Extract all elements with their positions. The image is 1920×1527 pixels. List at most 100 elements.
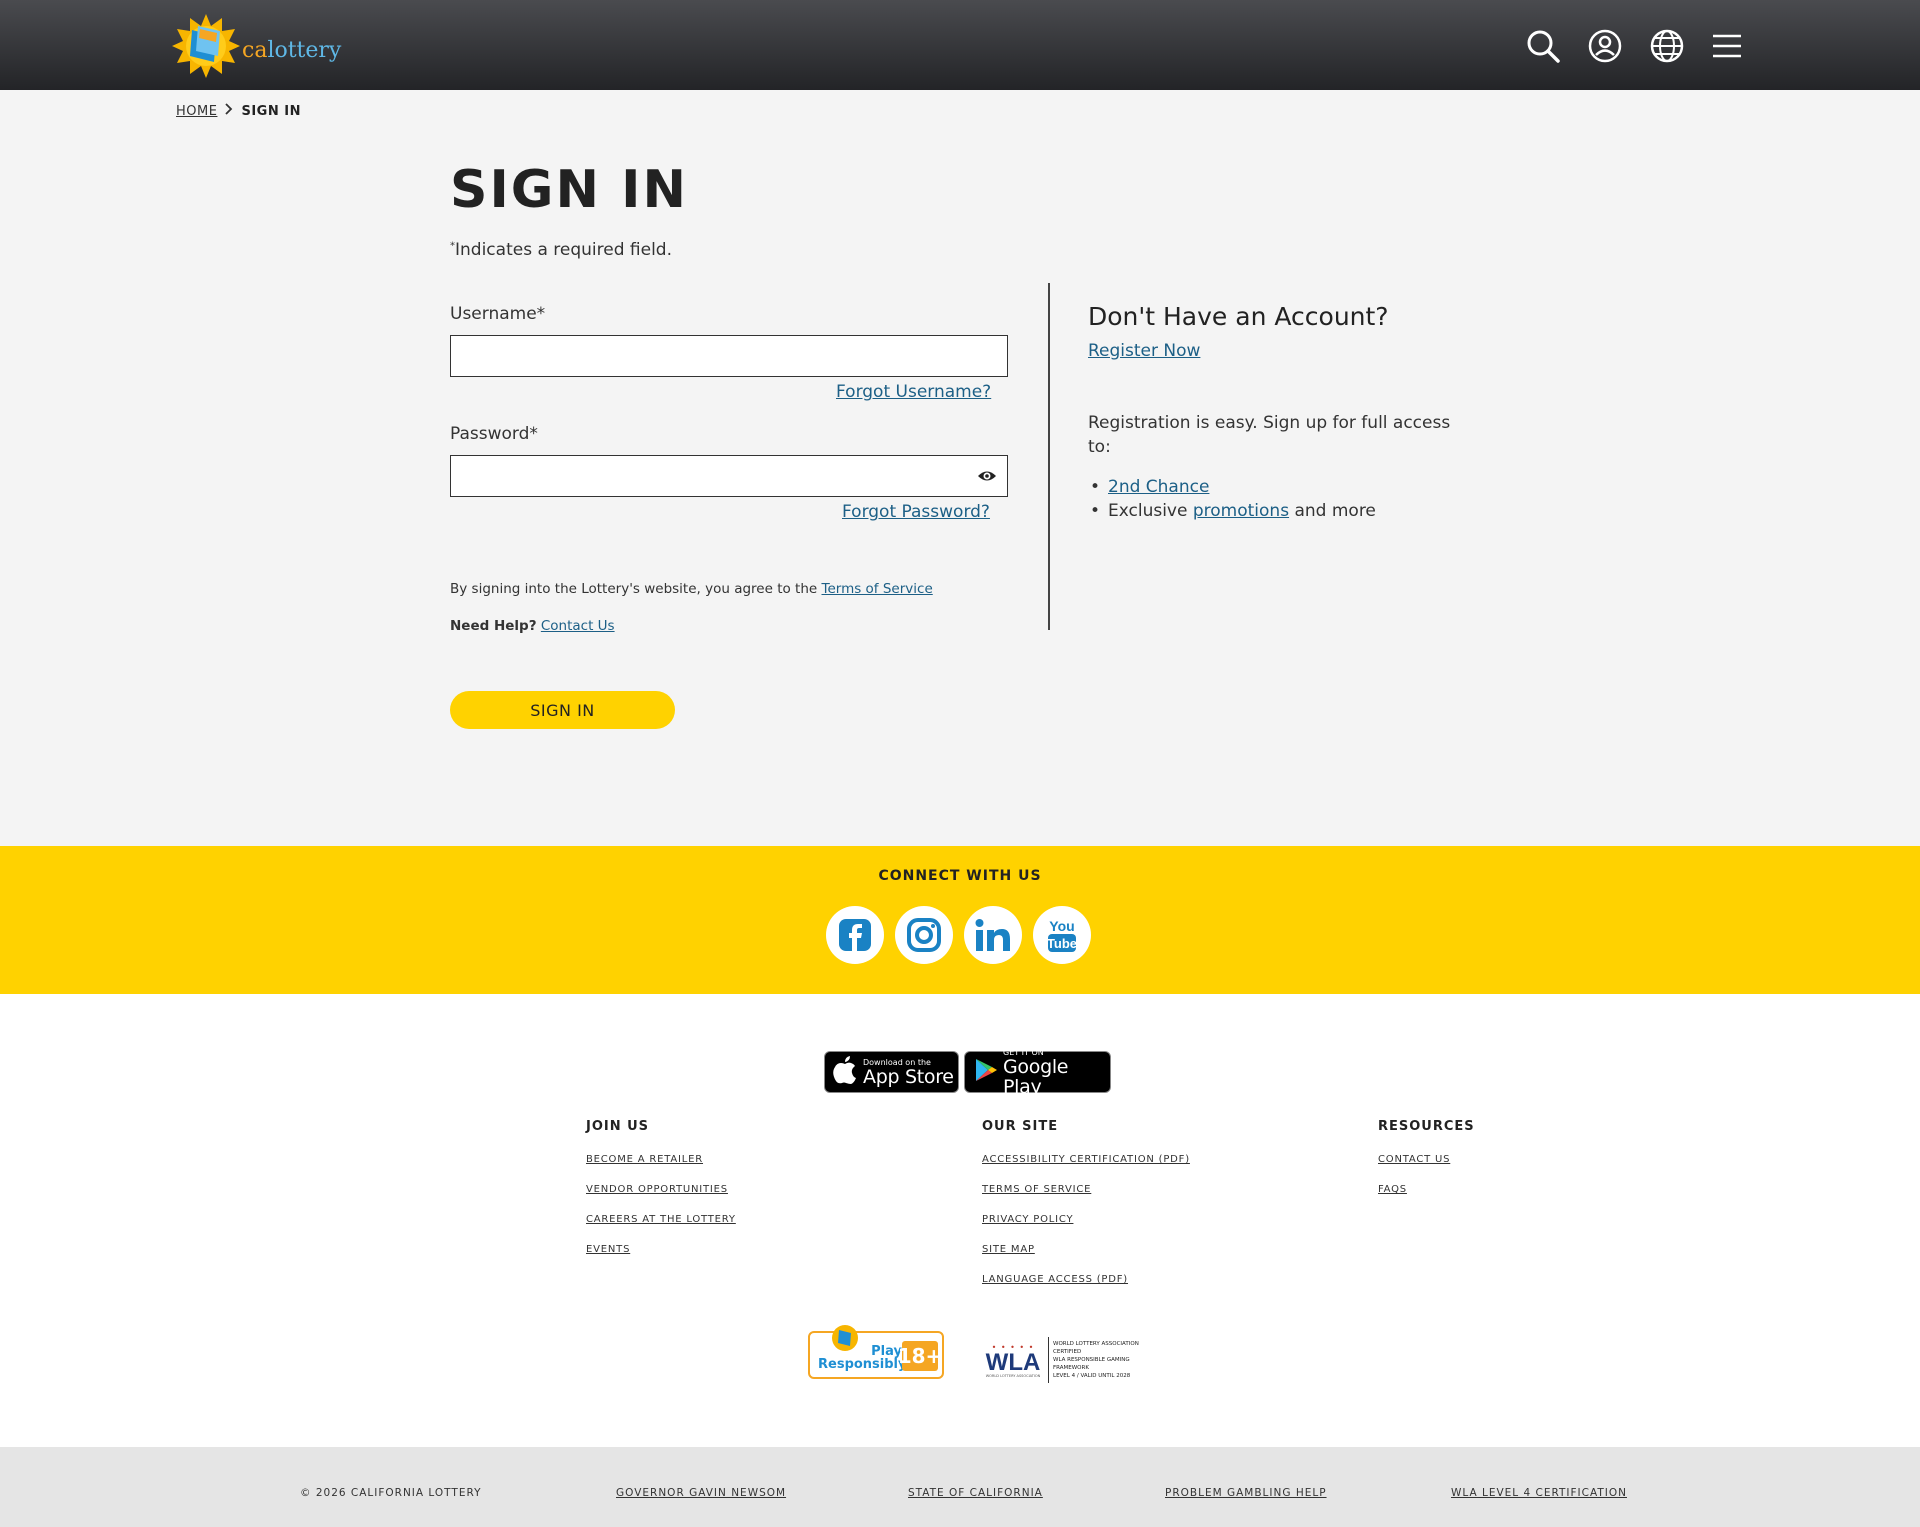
svg-text:You: You [1049, 918, 1074, 934]
app-store-button[interactable]: Download on the App Store [824, 1051, 959, 1093]
calottery-logo[interactable]: calottery [172, 12, 341, 80]
google-play-text: GET IT ON Google Play [1003, 1048, 1110, 1097]
facebook-icon[interactable] [826, 906, 884, 964]
social-links: You Tube [826, 906, 1091, 964]
search-icon[interactable] [1525, 28, 1561, 64]
play-line-2: Responsibly [818, 1357, 907, 1372]
connect-section: CONNECT WITH US You Tube [0, 846, 1920, 994]
menu-icon[interactable] [1709, 28, 1745, 64]
copyright: © 2026 CALIFORNIA LOTTERY [300, 1487, 482, 1499]
google-play-button[interactable]: GET IT ON Google Play [964, 1048, 1111, 1097]
logo-wordmark: calottery [242, 38, 341, 63]
username-field-wrapper [450, 335, 1008, 377]
svg-text:Tube: Tube [1047, 936, 1077, 951]
footer-heading-resources: RESOURCES [1378, 1119, 1475, 1134]
logo-lottery-text: lottery [267, 37, 342, 63]
footer-link-privacy[interactable]: PRIVACY POLICY [982, 1214, 1190, 1225]
password-field-wrapper [450, 455, 1008, 497]
wla-line: WLA RESPONSIBLE GAMING [1053, 1357, 1130, 1363]
benefit-suffix: and more [1289, 501, 1376, 521]
wla-divider [1048, 1337, 1049, 1383]
google-play-big-text: Google Play [1003, 1055, 1069, 1098]
youtube-icon[interactable]: You Tube [1033, 906, 1091, 964]
username-label: Username* [450, 304, 546, 324]
need-help: Need Help? Contact Us [450, 618, 615, 634]
footer-link-contact-us[interactable]: CONTACT US [1378, 1154, 1475, 1165]
wla-certification-badge[interactable]: • • • • • WLA WORLD LOTTERY ASSOCIATION … [982, 1337, 1163, 1383]
second-chance-link[interactable]: 2nd Chance [1108, 477, 1209, 497]
vertical-divider [1048, 283, 1050, 630]
list-item: Exclusive promotions and more [1088, 499, 1376, 523]
play-responsibly-badge[interactable]: Play Responsibly 18+ [808, 1325, 944, 1379]
play-responsibly-text: Play Responsibly [818, 1345, 907, 1372]
required-note-text: Indicates a required field. [455, 240, 672, 260]
benefit-prefix: Exclusive [1108, 501, 1193, 521]
logo-ca-text: ca [242, 37, 268, 63]
wla-line: FRAMEWORK [1053, 1365, 1089, 1371]
linkedin-icon[interactable] [964, 906, 1022, 964]
footer-heading-our-site: OUR SITE [982, 1119, 1059, 1134]
site-header: calottery [0, 0, 1920, 90]
footer-link-accessibility[interactable]: ACCESSIBILITY CERTIFICATION (PDF) [982, 1154, 1190, 1165]
bottom-bar: © 2026 CALIFORNIA LOTTERY GOVERNOR GAVIN… [0, 1447, 1920, 1527]
wla-text: WORLD LOTTERY ASSOCIATION CERTIFIED WLA … [1053, 1340, 1163, 1380]
promotions-link[interactable]: promotions [1193, 501, 1289, 521]
show-password-eye-icon[interactable] [977, 468, 997, 484]
breadcrumb-current: SIGN IN [241, 103, 301, 119]
registration-description: Registration is easy. Sign up for full a… [1088, 413, 1451, 457]
app-store-big-text: App Store [863, 1065, 954, 1088]
google-play-icon [975, 1058, 997, 1086]
footer-heading-join-us: JOIN US [586, 1119, 650, 1134]
account-icon[interactable] [1587, 28, 1623, 64]
footer-link-vendor-opportunities[interactable]: VENDOR OPPORTUNITIES [586, 1184, 736, 1195]
globe-icon[interactable] [1649, 28, 1685, 64]
required-note: *Indicates a required field. [450, 240, 672, 260]
footer-link-faqs[interactable]: FAQS [1378, 1184, 1475, 1195]
forgot-password-link[interactable]: Forgot Password? [842, 502, 990, 522]
terms-of-service-link[interactable]: Terms of Service [822, 581, 933, 597]
site-footer: Download on the App Store GET IT ON Goog… [0, 994, 1920, 1447]
register-now-link[interactable]: Register Now [1088, 341, 1200, 361]
bottom-link-problem-gambling[interactable]: PROBLEM GAMBLING HELP [1165, 1487, 1327, 1499]
footer-link-terms[interactable]: TERMS OF SERVICE [982, 1184, 1190, 1195]
bottom-link-state[interactable]: STATE OF CALIFORNIA [908, 1487, 1043, 1499]
contact-us-link[interactable]: Contact Us [541, 618, 615, 634]
legal-text: By signing into the Lottery's website, y… [450, 581, 822, 597]
wla-logo-text: WLA [985, 1348, 1041, 1376]
breadcrumb-home-link[interactable]: HOME [176, 104, 217, 119]
bottom-link-governor[interactable]: GOVERNOR GAVIN NEWSOM [616, 1487, 786, 1499]
footer-column-join-us: JOIN US BECOME A RETAILER VENDOR OPPORTU… [586, 1119, 736, 1274]
wla-logo: • • • • • WLA WORLD LOTTERY ASSOCIATION [982, 1343, 1044, 1378]
forgot-username-link[interactable]: Forgot Username? [836, 382, 991, 402]
connect-title: CONNECT WITH US [878, 868, 1042, 884]
footer-column-our-site: OUR SITE ACCESSIBILITY CERTIFICATION (PD… [982, 1119, 1190, 1304]
sun-logo-icon [172, 12, 240, 80]
instagram-icon[interactable] [895, 906, 953, 964]
footer-link-become-retailer[interactable]: BECOME A RETAILER [586, 1154, 736, 1165]
sign-in-button[interactable]: SIGN IN [450, 691, 675, 729]
wla-line: WORLD LOTTERY ASSOCIATION [1053, 1341, 1139, 1347]
footer-link-site-map[interactable]: SITE MAP [982, 1244, 1190, 1255]
wla-line: LEVEL 4 / VALID UNTIL 2028 [1053, 1373, 1131, 1379]
wla-logo-subtext: WORLD LOTTERY ASSOCIATION [985, 1373, 1041, 1378]
app-store-text: Download on the App Store [863, 1058, 954, 1087]
footer-link-careers[interactable]: CAREERS AT THE LOTTERY [586, 1214, 736, 1225]
footer-column-resources: RESOURCES CONTACT US FAQS [1378, 1119, 1475, 1214]
list-item: 2nd Chance [1088, 475, 1376, 499]
need-help-label: Need Help? [450, 618, 537, 634]
footer-link-events[interactable]: EVENTS [586, 1244, 736, 1255]
age-18-badge: 18+ [898, 1341, 942, 1371]
apple-icon [833, 1056, 857, 1088]
breadcrumb: HOME SIGN IN [176, 103, 301, 119]
wla-line: CERTIFIED [1053, 1349, 1082, 1355]
username-input[interactable] [451, 336, 1007, 376]
footer-link-language-access[interactable]: LANGUAGE ACCESS (PDF) [982, 1274, 1190, 1285]
bottom-link-wla-certification[interactable]: WLA LEVEL 4 CERTIFICATION [1451, 1487, 1627, 1499]
page-title: SIGN IN [450, 160, 688, 220]
password-input[interactable] [451, 456, 1007, 496]
chevron-right-icon [225, 103, 233, 119]
benefits-list: 2nd Chance Exclusive promotions and more [1088, 475, 1376, 523]
no-account-heading: Don't Have an Account? [1088, 302, 1389, 331]
password-label: Password* [450, 424, 538, 444]
terms-agreement-text: By signing into the Lottery's website, y… [450, 581, 933, 597]
